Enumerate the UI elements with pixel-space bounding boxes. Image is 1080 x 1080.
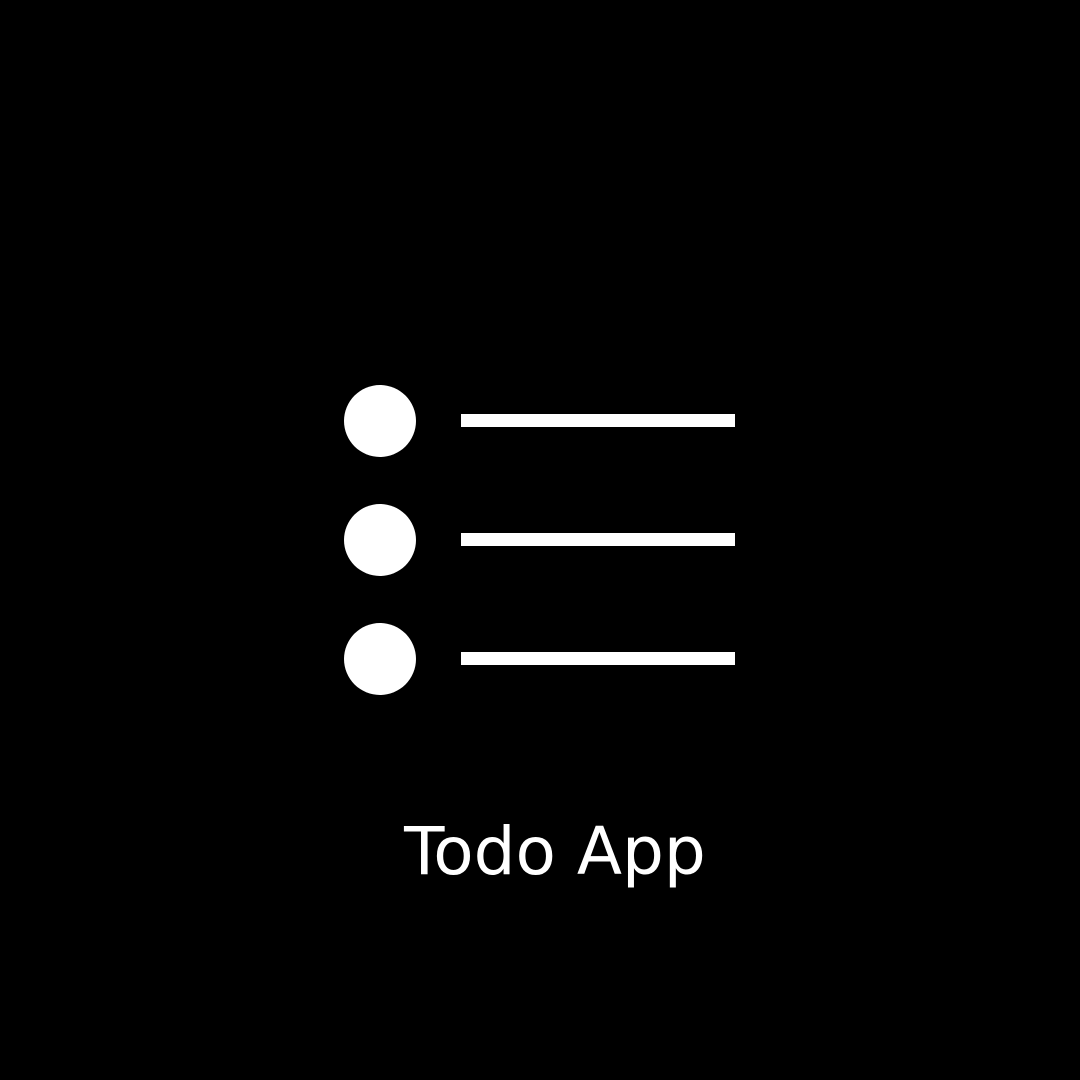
list-bullet-3	[344, 623, 416, 695]
list-line-1	[461, 414, 735, 427]
app-title: Todo App	[404, 813, 706, 890]
list-bullet-2	[344, 504, 416, 576]
app-splash: Todo App	[0, 0, 1080, 1080]
list-bullets-icon	[344, 385, 735, 695]
list-bullet-1	[344, 385, 416, 457]
list-line-3	[461, 652, 735, 665]
list-line-2	[461, 533, 735, 546]
